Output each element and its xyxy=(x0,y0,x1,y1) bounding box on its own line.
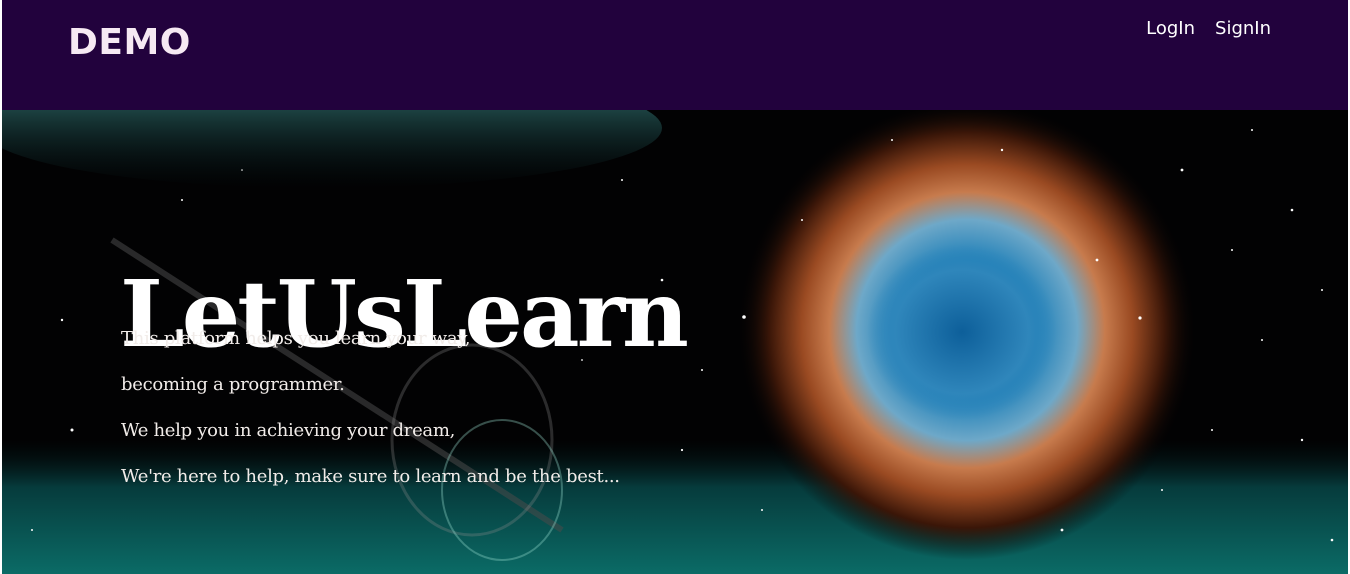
page: DEMO LogIn SignIn LetUsLearn This platfo… xyxy=(0,0,1350,574)
hero-description: This platform helps you learn your way, … xyxy=(121,326,620,510)
hero-line: We're here to help, make sure to learn a… xyxy=(121,466,620,487)
brand-logo-link[interactable]: DEMO xyxy=(68,22,191,63)
auth-nav: LogIn SignIn xyxy=(1146,18,1271,39)
signin-link[interactable]: SignIn xyxy=(1215,18,1271,39)
hero-line: This platform helps you learn your way, xyxy=(121,328,471,349)
hero-line: We help you in achieving your dream, xyxy=(121,420,456,441)
login-link[interactable]: LogIn xyxy=(1146,18,1195,39)
top-navbar: DEMO LogIn SignIn xyxy=(2,0,1348,110)
hero-line: becoming a programmer. xyxy=(121,374,345,395)
hero-section: LetUsLearn This platform helps you learn… xyxy=(2,110,1348,574)
